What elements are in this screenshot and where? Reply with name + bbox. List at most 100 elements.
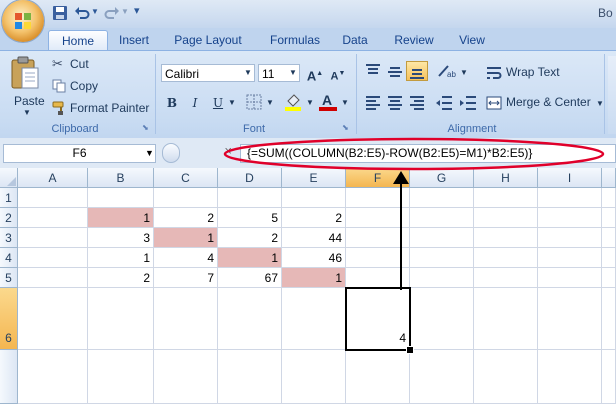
cell-H3[interactable] (474, 228, 538, 248)
borders-dropdown-icon[interactable]: ▼ (266, 98, 274, 107)
cell-C5[interactable]: 7 (154, 268, 218, 288)
cell-C3[interactable]: 1 (154, 228, 218, 248)
merge-center-button[interactable]: Merge & Center ▼ (486, 94, 610, 112)
shrink-font-button[interactable]: A▼ (327, 63, 349, 85)
paste-button[interactable]: Paste ▼ (6, 54, 48, 118)
cell-E7[interactable] (282, 350, 346, 404)
row-header-1[interactable]: 1 (0, 188, 18, 208)
orientation-icon[interactable]: ab (436, 62, 458, 80)
decrease-indent-icon[interactable] (434, 94, 454, 112)
cell-D4[interactable]: 1 (218, 248, 282, 268)
column-header-H[interactable]: H (474, 168, 538, 188)
redo-icon[interactable] (104, 5, 120, 21)
formula-input[interactable]: {=SUM((COLUMN(B2:E5)-ROW(B2:E5)=M1)*B2:E… (240, 144, 616, 163)
insert-function-icon[interactable]: × (224, 146, 232, 157)
cell-E5[interactable]: 1 (282, 268, 346, 288)
cell-I1[interactable] (538, 188, 602, 208)
cell-A5[interactable] (18, 268, 88, 288)
wrap-text-button[interactable]: Wrap Text (486, 64, 596, 82)
column-header-I[interactable]: I (538, 168, 602, 188)
cell-H5[interactable] (474, 268, 538, 288)
cell-B4[interactable]: 1 (88, 248, 154, 268)
cell-H2[interactable] (474, 208, 538, 228)
font-color-button[interactable]: A (318, 92, 338, 112)
underline-dropdown-icon[interactable]: ▼ (228, 98, 236, 107)
font-color-dropdown-icon[interactable]: ▼ (341, 98, 349, 107)
cell-A2[interactable] (18, 208, 88, 228)
column-header-B[interactable]: B (88, 168, 154, 188)
cell-J1[interactable] (602, 188, 616, 208)
cell-B3[interactable]: 3 (88, 228, 154, 248)
cell-B5[interactable]: 2 (88, 268, 154, 288)
cell-H7[interactable] (474, 350, 538, 404)
row-header-7[interactable] (0, 350, 18, 404)
column-header-J[interactable] (602, 168, 616, 188)
font-launcher-icon[interactable]: ⬊ (342, 123, 349, 132)
column-header-D[interactable]: D (218, 168, 282, 188)
cell-J7[interactable] (602, 350, 616, 404)
cell-D3[interactable]: 2 (218, 228, 282, 248)
cell-I3[interactable] (538, 228, 602, 248)
cell-F4[interactable] (346, 248, 410, 268)
cell-A7[interactable] (18, 350, 88, 404)
cell-I4[interactable] (538, 248, 602, 268)
cell-C7[interactable] (154, 350, 218, 404)
cell-E1[interactable] (282, 188, 346, 208)
cell-D7[interactable] (218, 350, 282, 404)
row-header-6[interactable]: 6 (0, 288, 18, 350)
tab-insert[interactable]: Insert (112, 30, 156, 50)
cell-D5[interactable]: 67 (218, 268, 282, 288)
cell-H1[interactable] (474, 188, 538, 208)
cell-A4[interactable] (18, 248, 88, 268)
cell-J6[interactable] (602, 288, 616, 350)
cell-F2[interactable] (346, 208, 410, 228)
fill-color-icon[interactable] (284, 92, 302, 112)
cell-J5[interactable] (602, 268, 616, 288)
cell-G5[interactable] (410, 268, 474, 288)
font-name-box[interactable]: Calibri (161, 64, 255, 82)
column-header-A[interactable]: A (18, 168, 88, 188)
cell-D2[interactable]: 5 (218, 208, 282, 228)
name-box[interactable]: F6 (3, 144, 156, 163)
font-size-dropdown-icon[interactable]: ▼ (289, 68, 297, 77)
tab-page-layout[interactable]: Page Layout (170, 30, 246, 50)
format-painter-button[interactable]: Format Painter (52, 100, 152, 118)
undo-dropdown-icon[interactable]: ▼ (91, 7, 99, 16)
italic-button[interactable]: I (184, 92, 206, 114)
row-header-4[interactable]: 4 (0, 248, 18, 268)
cell-G1[interactable] (410, 188, 474, 208)
tab-data[interactable]: Data (340, 30, 370, 50)
align-middle-icon[interactable] (386, 62, 404, 80)
row-header-2[interactable]: 2 (0, 208, 18, 228)
cell-G7[interactable] (410, 350, 474, 404)
cell-F5[interactable] (346, 268, 410, 288)
align-center-icon[interactable] (386, 94, 404, 112)
bold-button[interactable]: B (161, 92, 183, 114)
underline-button[interactable]: U (207, 92, 229, 114)
cell-F7[interactable] (346, 350, 410, 404)
cell-B2[interactable]: 1 (88, 208, 154, 228)
cell-B6[interactable] (88, 288, 154, 350)
column-header-F[interactable]: F (346, 168, 410, 188)
name-box-dropdown-icon[interactable]: ▼ (145, 148, 154, 158)
cell-A3[interactable] (18, 228, 88, 248)
grow-font-button[interactable]: A▲ (304, 63, 326, 85)
cell-G3[interactable] (410, 228, 474, 248)
cell-E6[interactable] (282, 288, 346, 350)
cell-H4[interactable] (474, 248, 538, 268)
clipboard-launcher-icon[interactable]: ⬊ (142, 123, 149, 132)
cell-F3[interactable] (346, 228, 410, 248)
office-button[interactable] (2, 0, 44, 42)
redo-dropdown-icon[interactable]: ▼ (121, 7, 129, 16)
align-bottom-button[interactable] (406, 61, 428, 81)
column-header-E[interactable]: E (282, 168, 346, 188)
cell-E3[interactable]: 44 (282, 228, 346, 248)
cell-G2[interactable] (410, 208, 474, 228)
cell-F1[interactable] (346, 188, 410, 208)
cell-J2[interactable] (602, 208, 616, 228)
cell-G4[interactable] (410, 248, 474, 268)
cell-C6[interactable] (154, 288, 218, 350)
cell-C1[interactable] (154, 188, 218, 208)
cell-C2[interactable]: 2 (154, 208, 218, 228)
align-left-icon[interactable] (364, 94, 382, 112)
